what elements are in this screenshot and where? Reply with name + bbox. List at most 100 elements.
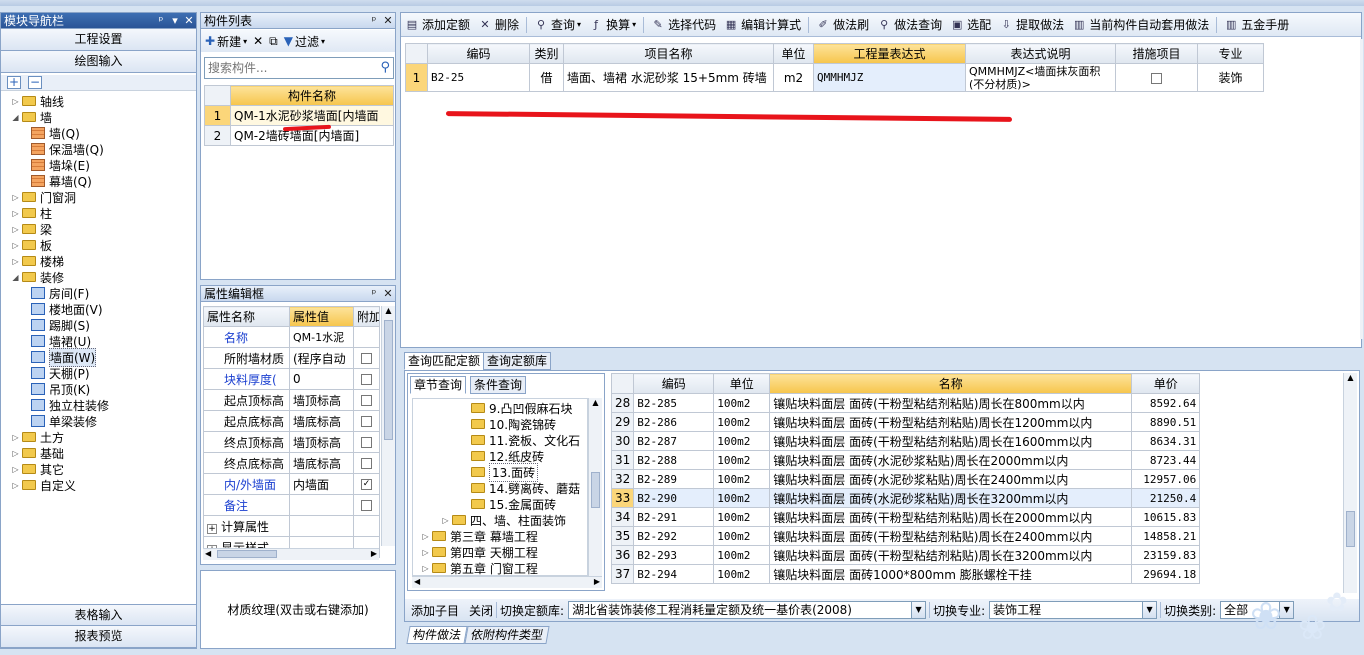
chevron-down-icon[interactable]: ▼ — [1142, 602, 1157, 618]
list-price-cell[interactable]: 8592.64 — [1131, 393, 1201, 413]
quota-list-vertical-scrollbar[interactable]: ▲ — [1343, 373, 1357, 593]
toolbar-button-quota-add[interactable]: ▤ 添加定额 — [401, 14, 474, 36]
expand-icon[interactable]: ▷ — [421, 532, 430, 541]
chapter-item[interactable]: 13.面砖 — [471, 462, 539, 482]
list-code-cell[interactable]: B2-294 — [633, 564, 715, 584]
property-value-cell[interactable]: 内墙面 — [289, 473, 354, 495]
list-price-cell[interactable]: 23159.83 — [1131, 545, 1201, 565]
close-button[interactable]: 关闭 — [469, 602, 493, 619]
tree-item[interactable]: ▷ 楼梯 — [11, 253, 64, 269]
chapter-item[interactable]: ▷ 第五章 门窗工程 — [421, 560, 537, 576]
delete-icon[interactable]: ✕ — [253, 34, 263, 48]
collapse-all-icon[interactable]: − — [28, 76, 42, 89]
measure-item-cell[interactable] — [1115, 63, 1198, 92]
search-input[interactable] — [205, 58, 371, 78]
expand-icon[interactable]: ▷ — [11, 257, 20, 266]
extra-checkbox[interactable] — [361, 437, 372, 448]
toolbar-button-auto-apply[interactable]: ▥ 当前构件自动套用做法 — [1068, 14, 1213, 36]
property-value-cell[interactable] — [289, 494, 354, 516]
category-header[interactable]: 类别 — [529, 43, 564, 64]
close-icon[interactable]: ✕ — [182, 14, 196, 27]
filter-button[interactable]: 过滤 — [295, 33, 319, 50]
list-unit-cell[interactable]: 100m2 — [713, 412, 771, 432]
extra-checkbox[interactable] — [361, 500, 372, 511]
switch-major-select[interactable]: 装饰工程 ▼ — [989, 601, 1158, 619]
chapter-item[interactable]: 11.瓷板、文化石 — [471, 432, 580, 448]
toolbar-button-edit-formula[interactable]: ▦ 编辑计算式 — [720, 14, 805, 36]
scroll-right-icon[interactable]: ▶ — [371, 549, 377, 558]
table-row[interactable]: 28 B2-285 100m2 镶贴块料面层 面砖(干粉型粘结剂粘贴)周长在800mm… — [610, 393, 1201, 413]
list-code-cell[interactable]: B2-292 — [633, 526, 715, 546]
tree-item[interactable]: ▷ 柱 — [11, 205, 52, 221]
table-row[interactable]: 块料厚度(0 — [203, 368, 380, 390]
scroll-thumb[interactable] — [1346, 511, 1355, 547]
property-value-cell[interactable]: 0 — [289, 368, 354, 390]
pin-icon[interactable]: ᵖ — [367, 287, 381, 300]
pin-icon[interactable]: ᵖ — [367, 14, 381, 27]
list-name-cell[interactable]: 镶贴块料面层 面砖1000*800mm 膨胀螺栓干挂 — [769, 564, 1133, 584]
list-code-header[interactable]: 编码 — [633, 373, 715, 394]
search-icon[interactable]: ⚲ — [380, 60, 390, 75]
chapter-item[interactable]: ▷ 四、墙、柱面装饰 — [441, 512, 566, 528]
table-row[interactable]: 备注 — [203, 494, 380, 516]
list-price-cell[interactable]: 29694.18 — [1131, 564, 1201, 584]
component-name-cell[interactable]: QM-1水泥砂浆墙面[内墙面 — [230, 105, 394, 126]
list-unit-cell[interactable]: 100m2 — [713, 488, 771, 508]
list-code-cell[interactable]: B2-289 — [633, 469, 715, 489]
list-price-header[interactable]: 单价 — [1131, 373, 1201, 394]
expand-icon[interactable]: ▷ — [11, 449, 20, 458]
scroll-thumb[interactable] — [217, 550, 277, 558]
table-row[interactable]: 29 B2-286 100m2 镶贴块料面层 面砖(干粉型粘结剂粘贴)周长在1200m… — [610, 412, 1201, 432]
property-value-cell[interactable] — [289, 515, 354, 537]
list-unit-cell[interactable]: 100m2 — [713, 469, 771, 489]
list-price-cell[interactable]: 8890.51 — [1131, 412, 1201, 432]
list-unit-cell[interactable]: 100m2 — [713, 564, 771, 584]
table-row[interactable]: 33 B2-290 100m2 镶贴块料面层 面砖(水泥砂浆粘贴)周长在3200mm以… — [610, 488, 1201, 508]
scroll-right-icon[interactable]: ▶ — [594, 577, 600, 586]
unit-cell[interactable]: m2 — [773, 63, 814, 92]
table-row[interactable]: 31 B2-288 100m2 镶贴块料面层 面砖(水泥砂浆粘贴)周长在2000mm以… — [610, 450, 1201, 470]
tree-item[interactable]: 房间(F) — [31, 285, 89, 301]
code-header[interactable]: 编码 — [427, 43, 530, 64]
tree-item[interactable]: 幕墙(Q) — [31, 173, 92, 189]
expand-icon[interactable]: ▷ — [11, 97, 20, 106]
table-input-button[interactable]: 表格输入 — [1, 604, 196, 626]
list-unit-cell[interactable]: 100m2 — [713, 545, 771, 565]
new-button[interactable]: 新建 — [217, 33, 241, 50]
list-name-cell[interactable]: 镶贴块料面层 面砖(干粉型粘结剂粘贴)周长在800mm以内 — [769, 393, 1133, 413]
material-texture-label[interactable]: 材质纹理(双击或右键添加) — [227, 601, 368, 618]
list-price-cell[interactable]: 14858.21 — [1131, 526, 1201, 546]
property-vertical-scrollbar[interactable]: ▲ — [381, 306, 395, 546]
toolbar-button-match[interactable]: ▣ 选配 — [946, 14, 995, 36]
measure-item-header[interactable]: 措施项目 — [1115, 43, 1198, 64]
category-cell[interactable]: 借 — [529, 63, 564, 92]
list-unit-cell[interactable]: 100m2 — [713, 450, 771, 470]
tab-attached-component-type[interactable]: 依附构件类型 — [464, 626, 550, 644]
code-cell[interactable]: B2-25 — [427, 63, 530, 92]
switch-library-select[interactable]: 湖北省装饰装修工程消耗量定额及统一基价表(2008) ▼ — [568, 601, 927, 619]
expand-icon[interactable]: ▷ — [11, 241, 20, 250]
list-price-cell[interactable]: 12957.06 — [1131, 469, 1201, 489]
list-code-cell[interactable]: B2-288 — [633, 450, 715, 470]
tree-item[interactable]: ◢ 墙 — [11, 109, 52, 125]
drawing-input-button[interactable]: 绘图输入 — [1, 51, 196, 73]
toolbar-button-search[interactable]: ⚲ 查询 ▾ — [530, 14, 585, 36]
collapse-icon[interactable]: ◢ — [11, 113, 20, 122]
list-name-cell[interactable]: 镶贴块料面层 面砖(水泥砂浆粘贴)周长在3200mm以内 — [769, 488, 1133, 508]
tree-item[interactable]: ◢ 装修 — [11, 269, 64, 285]
expand-icon[interactable]: ▷ — [11, 209, 20, 218]
list-price-cell[interactable]: 10615.83 — [1131, 507, 1201, 527]
property-value-cell[interactable]: 墙顶标高 — [289, 431, 354, 453]
scroll-up-icon[interactable]: ▲ — [1344, 373, 1357, 385]
project-settings-button[interactable]: 工程设置 — [1, 29, 196, 51]
scroll-left-icon[interactable]: ◀ — [205, 549, 211, 558]
tree-item[interactable]: 保温墙(Q) — [31, 141, 104, 157]
unit-header[interactable]: 单位 — [773, 43, 814, 64]
list-unit-cell[interactable]: 100m2 — [713, 431, 771, 451]
dropdown-icon[interactable]: ▾ — [632, 20, 636, 29]
list-code-cell[interactable]: B2-286 — [633, 412, 715, 432]
list-unit-header[interactable]: 单位 — [713, 373, 771, 394]
list-unit-cell[interactable]: 100m2 — [713, 393, 771, 413]
tree-item[interactable]: 楼地面(V) — [31, 301, 103, 317]
pin-icon[interactable]: ᵖ — [154, 14, 168, 27]
